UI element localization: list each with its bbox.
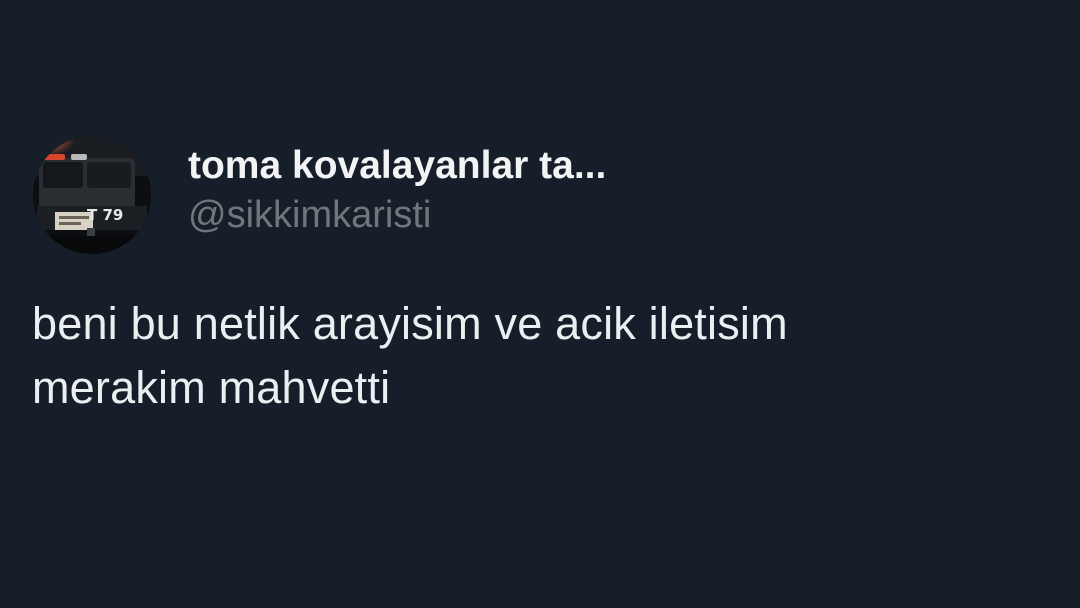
author-avatar[interactable]: T 79 bbox=[33, 136, 151, 254]
toma-vehicle-avatar-icon: T 79 bbox=[33, 136, 151, 254]
tweet-card[interactable]: T 79 toma kovalayanlar ta... @sikkimkari… bbox=[0, 0, 1080, 608]
tweet-text: beni bu netlik arayisim ve acik iletisim… bbox=[32, 292, 1042, 420]
avatar-plate-text: T 79 bbox=[87, 206, 123, 224]
tweet-text-line: beni bu netlik arayisim ve acik iletisim bbox=[32, 298, 788, 349]
author-display-name[interactable]: toma kovalayanlar ta... bbox=[188, 140, 606, 192]
author-handle[interactable]: @sikkimkaristi bbox=[188, 192, 1048, 238]
tweet-text-line: merakim mahvetti bbox=[32, 362, 391, 413]
author-block: toma kovalayanlar ta... @sikkimkaristi bbox=[188, 140, 1048, 238]
